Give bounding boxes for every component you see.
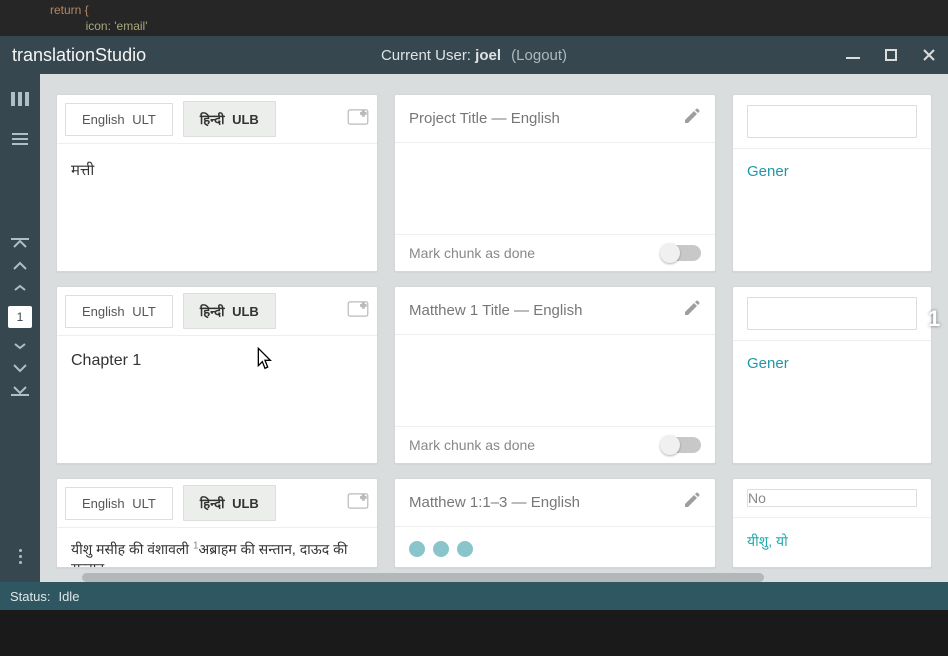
mark-done-label: Mark chunk as done xyxy=(409,437,535,453)
content-area: 1 English ULT हिन्दी ULB xyxy=(40,74,948,582)
source-text: यीशु मसीह की वंशावली 1अब्राहम की सन्तान,… xyxy=(57,528,377,568)
target-panel-2: Matthew 1:1–3 — English xyxy=(394,478,716,568)
target-title: Matthew 1:1–3 — English xyxy=(409,494,580,511)
more-menu-icon[interactable] xyxy=(19,549,22,564)
target-column: Project Title — English Mark chunk as do… xyxy=(394,94,716,582)
status-value: Idle xyxy=(58,589,79,604)
resource-text[interactable]: यीशु, यो xyxy=(733,518,931,565)
source-text: Chapter 1 xyxy=(57,336,377,456)
resource-tab[interactable]: No xyxy=(747,489,917,507)
target-text-area[interactable] xyxy=(395,143,715,234)
columns-view-icon[interactable] xyxy=(9,88,31,110)
target-panel-1: Matthew 1 Title — English Mark chunk as … xyxy=(394,286,716,464)
source-text: मत्ती xyxy=(57,144,377,264)
nav-next-big-icon[interactable] xyxy=(11,362,29,374)
source-tabs: English ULT हिन्दी ULB xyxy=(57,95,377,144)
edit-icon[interactable] xyxy=(683,107,701,130)
expand-icon[interactable] xyxy=(347,301,369,322)
expand-icon[interactable] xyxy=(347,109,369,130)
nav-last-icon[interactable] xyxy=(11,384,29,396)
app-window: translationStudio Current User: joel (Lo… xyxy=(0,36,948,610)
nav-next-icon[interactable] xyxy=(11,340,29,352)
source-tabs: English ULT हिन्दी ULB xyxy=(57,479,377,528)
target-panel-0: Project Title — English Mark chunk as do… xyxy=(394,94,716,272)
chapter-indicator[interactable]: 1 xyxy=(8,306,32,328)
list-view-icon[interactable] xyxy=(9,128,31,150)
window-controls xyxy=(846,48,936,62)
horizontal-scrollbar[interactable] xyxy=(82,573,764,582)
tab-english-ult[interactable]: English ULT xyxy=(65,295,173,328)
resource-panel-0: Gener xyxy=(732,94,932,272)
resource-tab[interactable] xyxy=(747,105,917,138)
resource-link[interactable]: Gener xyxy=(733,341,931,386)
expand-icon[interactable] xyxy=(347,493,369,514)
nav-prev-big-icon[interactable] xyxy=(11,260,29,272)
app-title: translationStudio xyxy=(12,45,146,66)
target-title: Project Title — English xyxy=(409,110,560,127)
mark-done-toggle[interactable] xyxy=(661,245,701,261)
source-column: English ULT हिन्दी ULB मत्ती xyxy=(56,94,378,582)
nav-first-icon[interactable] xyxy=(11,238,29,250)
tab-english-ult[interactable]: English ULT xyxy=(65,487,173,520)
target-header: Matthew 1:1–3 — English xyxy=(395,479,715,527)
tab-hindi-ulb[interactable]: हिन्दी ULB xyxy=(183,485,276,521)
status-label: Status: xyxy=(10,589,50,604)
mark-done-toggle[interactable] xyxy=(661,437,701,453)
background-below xyxy=(0,610,948,656)
chunk-number: 1 xyxy=(928,306,940,332)
tab-hindi-ulb[interactable]: हिन्दी ULB xyxy=(183,101,276,137)
nav-prev-icon[interactable] xyxy=(11,282,29,294)
target-text-area[interactable] xyxy=(395,335,715,426)
resource-header xyxy=(733,287,931,341)
target-footer: Mark chunk as done xyxy=(395,234,715,271)
user-info: Current User: joel (Logout) xyxy=(381,47,567,64)
body-area: 1 1 xyxy=(0,74,948,582)
maximize-button[interactable] xyxy=(884,48,898,62)
logout-link[interactable]: (Logout) xyxy=(511,47,567,64)
background-code: return { icon: 'email' xyxy=(0,0,948,36)
target-footer: Mark chunk as done xyxy=(395,426,715,463)
statusbar: Status: Idle xyxy=(0,582,948,610)
minimize-button[interactable] xyxy=(846,48,860,62)
tab-hindi-ulb[interactable]: हिन्दी ULB xyxy=(183,293,276,329)
user-name: joel xyxy=(475,47,501,64)
titlebar: translationStudio Current User: joel (Lo… xyxy=(0,36,948,74)
mark-done-label: Mark chunk as done xyxy=(409,245,535,261)
target-title: Matthew 1 Title — English xyxy=(409,302,582,319)
resource-panel-2: No यीशु, यो xyxy=(732,478,932,568)
target-header: Project Title — English xyxy=(395,95,715,143)
target-header: Matthew 1 Title — English xyxy=(395,287,715,335)
loading-dots-icon xyxy=(395,527,715,568)
resource-link[interactable]: Gener xyxy=(733,149,931,194)
source-panel-1: English ULT हिन्दी ULB Chapter 1 xyxy=(56,286,378,464)
edit-icon[interactable] xyxy=(683,299,701,322)
close-button[interactable] xyxy=(922,48,936,62)
tab-english-ult[interactable]: English ULT xyxy=(65,103,173,136)
source-panel-2: English ULT हिन्दी ULB यीशु मसीह की वंशा… xyxy=(56,478,378,568)
resource-tab[interactable] xyxy=(747,297,917,330)
resource-panel-1: Gener xyxy=(732,286,932,464)
resources-column: Gener Gener No यीशु, यो xyxy=(732,94,932,582)
source-tabs: English ULT हिन्दी ULB xyxy=(57,287,377,336)
resource-header: No xyxy=(733,479,931,518)
user-prefix: Current User: xyxy=(381,47,471,64)
source-panel-0: English ULT हिन्दी ULB मत्ती xyxy=(56,94,378,272)
edit-icon[interactable] xyxy=(683,491,701,514)
sidebar: 1 xyxy=(0,74,40,582)
resource-header xyxy=(733,95,931,149)
chapter-nav: 1 xyxy=(8,238,32,396)
